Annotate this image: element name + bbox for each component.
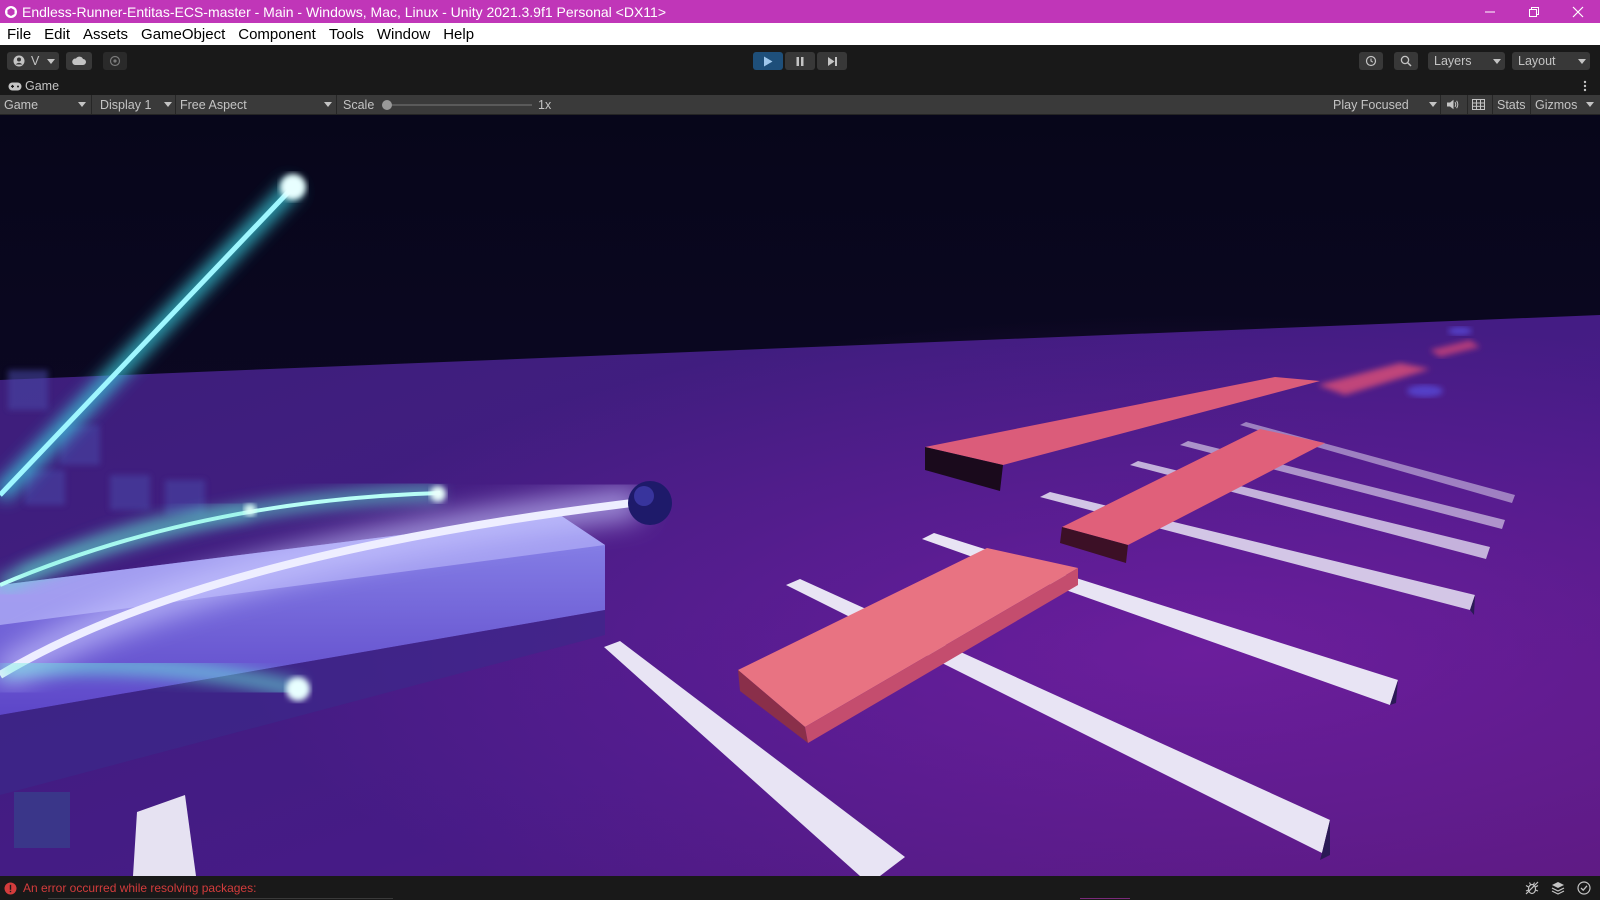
step-button[interactable] bbox=[817, 52, 847, 70]
gamepad-icon bbox=[8, 82, 22, 90]
view-dropdown-label: Game bbox=[4, 97, 39, 112]
view-dropdown[interactable]: Game bbox=[4, 95, 88, 114]
menu-tools[interactable]: Tools bbox=[322, 26, 370, 43]
menu-edit[interactable]: Edit bbox=[37, 26, 76, 43]
menu-bar: File Edit Assets GameObject Component To… bbox=[0, 23, 1600, 45]
stats-button[interactable]: Stats bbox=[1497, 95, 1526, 114]
collab-button[interactable] bbox=[103, 52, 127, 70]
bug-icon bbox=[1525, 881, 1539, 895]
gizmos-dropdown[interactable] bbox=[1583, 95, 1597, 114]
display-dropdown[interactable]: Display 1 bbox=[100, 95, 172, 114]
display-dropdown-label: Display 1 bbox=[100, 97, 152, 112]
more-icon bbox=[1583, 80, 1587, 92]
search-button[interactable] bbox=[1394, 52, 1418, 70]
play-mode-dropdown[interactable]: Play Focused bbox=[1333, 95, 1437, 114]
progress-line bbox=[48, 898, 393, 899]
history-icon bbox=[1365, 55, 1377, 67]
audio-icon bbox=[1447, 99, 1459, 110]
divider bbox=[1440, 95, 1441, 114]
menu-window[interactable]: Window bbox=[370, 26, 436, 43]
layers-dropdown[interactable]: Layers bbox=[1428, 52, 1505, 70]
aspect-dropdown-label: Free Aspect bbox=[180, 97, 247, 112]
stats-grid-icon bbox=[1472, 99, 1485, 110]
stats-grid-button[interactable] bbox=[1472, 95, 1488, 114]
foreground-block bbox=[14, 792, 70, 848]
scale-value: 1x bbox=[538, 97, 552, 112]
play-icon bbox=[764, 56, 773, 66]
unity-logo-icon bbox=[5, 5, 17, 18]
cloud-button[interactable] bbox=[66, 52, 92, 70]
chevron-down-icon bbox=[78, 102, 86, 107]
minimize-button[interactable] bbox=[1468, 0, 1512, 23]
scale-label: Scale bbox=[343, 97, 375, 112]
divider bbox=[1492, 95, 1493, 114]
close-button[interactable] bbox=[1556, 0, 1600, 23]
divider bbox=[336, 95, 337, 114]
chevron-down-icon bbox=[47, 59, 55, 64]
chevron-down-icon bbox=[324, 102, 332, 107]
chevron-down-icon bbox=[1429, 102, 1437, 107]
chevron-down-icon bbox=[164, 102, 172, 107]
step-icon bbox=[827, 56, 837, 66]
restore-icon bbox=[1529, 6, 1539, 17]
account-dropdown[interactable]: V bbox=[7, 52, 59, 70]
scale-slider[interactable] bbox=[382, 99, 532, 111]
close-icon bbox=[1572, 6, 1584, 17]
cloud-icon bbox=[72, 56, 86, 65]
tab-game[interactable]: Game bbox=[8, 77, 59, 95]
error-icon bbox=[4, 882, 17, 894]
menu-file[interactable]: File bbox=[0, 26, 37, 43]
menu-assets[interactable]: Assets bbox=[76, 26, 134, 43]
window-title: Endless-Runner-Entitas-ECS-master - Main… bbox=[22, 3, 667, 20]
layers-status-icon bbox=[1551, 882, 1565, 895]
divider bbox=[175, 95, 176, 114]
layers-status-button[interactable] bbox=[1551, 881, 1565, 895]
gizmos-button[interactable]: Gizmos bbox=[1535, 95, 1577, 114]
play-button[interactable] bbox=[753, 52, 783, 70]
mute-audio-button[interactable] bbox=[1446, 95, 1464, 114]
title-bar: Endless-Runner-Entitas-ECS-master - Main… bbox=[0, 0, 1600, 23]
play-mode-label: Play Focused bbox=[1333, 97, 1409, 112]
layers-label: Layers bbox=[1434, 54, 1472, 68]
menu-component[interactable]: Component bbox=[231, 26, 322, 43]
tab-game-label: Game bbox=[25, 79, 60, 93]
minimize-icon bbox=[1485, 11, 1495, 12]
error-text: An error occurred while resolving packag… bbox=[23, 881, 257, 895]
status-bar: An error occurred while resolving packag… bbox=[0, 876, 1600, 900]
history-button[interactable] bbox=[1359, 52, 1383, 70]
menu-help[interactable]: Help bbox=[436, 26, 480, 43]
divider bbox=[91, 95, 92, 114]
aspect-dropdown[interactable]: Free Aspect bbox=[180, 95, 334, 114]
progress-line-right bbox=[1080, 898, 1130, 899]
debug-button[interactable] bbox=[1525, 881, 1539, 895]
game-viewport[interactable] bbox=[0, 115, 1600, 876]
divider bbox=[1530, 95, 1531, 114]
scale-slider-handle[interactable] bbox=[382, 100, 392, 110]
divider bbox=[1467, 95, 1468, 114]
collab-icon bbox=[109, 55, 121, 67]
tab-options-button[interactable] bbox=[1582, 79, 1588, 93]
tab-strip: Game bbox=[0, 77, 1600, 95]
chevron-down-icon bbox=[1493, 59, 1501, 64]
layout-dropdown[interactable]: Layout bbox=[1512, 52, 1590, 70]
pause-button[interactable] bbox=[785, 52, 815, 70]
status-check-button[interactable] bbox=[1577, 881, 1591, 895]
scale-slider-track bbox=[382, 104, 532, 106]
game-scene bbox=[0, 115, 1600, 876]
chevron-down-icon bbox=[1586, 102, 1594, 107]
main-toolbar: V Layers Layout bbox=[0, 45, 1600, 77]
chevron-down-icon bbox=[1578, 59, 1586, 64]
restore-button[interactable] bbox=[1512, 0, 1556, 23]
player-ball bbox=[628, 481, 672, 525]
menu-gameobject[interactable]: GameObject bbox=[134, 26, 231, 43]
layout-label: Layout bbox=[1518, 54, 1556, 68]
account-icon bbox=[13, 55, 25, 67]
pause-icon bbox=[796, 56, 804, 66]
game-view-toolbar: Game Display 1 Free Aspect Scale 1x Play… bbox=[0, 95, 1600, 115]
check-icon bbox=[1577, 881, 1591, 895]
search-icon bbox=[1400, 55, 1412, 67]
account-label: V bbox=[31, 54, 40, 68]
error-message[interactable]: An error occurred while resolving packag… bbox=[4, 880, 256, 896]
